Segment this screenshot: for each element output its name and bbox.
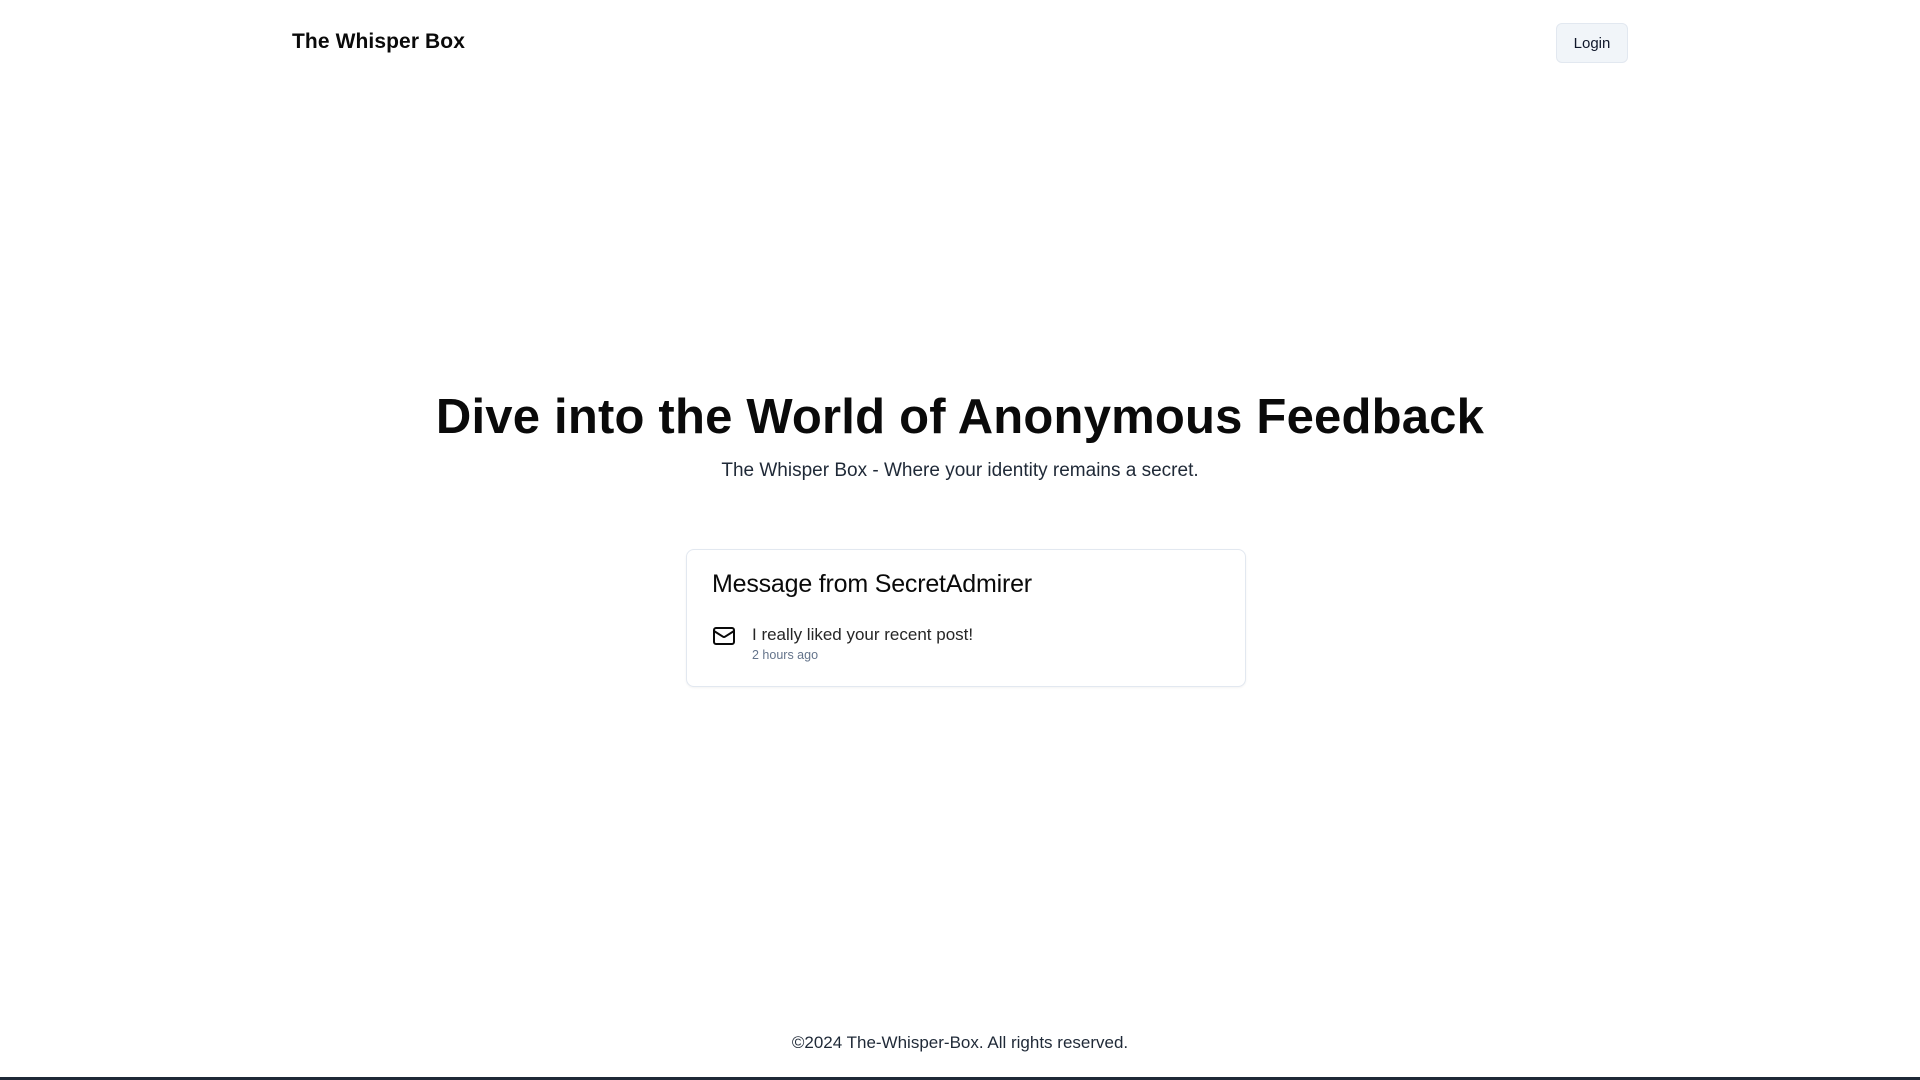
navbar: The Whisper Box Login <box>0 0 1920 88</box>
message-timestamp: 2 hours ago <box>752 648 819 662</box>
login-button[interactable]: Login <box>1556 23 1628 63</box>
page: The Whisper Box Login Dive into the Worl… <box>0 0 1920 1080</box>
hero-section: Dive into the World of Anonymous Feedbac… <box>0 380 1920 484</box>
mail-icon <box>712 624 736 648</box>
hero-subtitle: The Whisper Box - Where your identity re… <box>721 460 1199 481</box>
message-card: Message from SecretAdmirer I really like… <box>686 549 1246 687</box>
footer: ©2024 The-Whisper-Box. All rights reserv… <box>791 1033 1129 1052</box>
brand-logo-link[interactable]: The Whisper Box <box>292 30 465 54</box>
message-content: I really liked your recent post! <box>752 625 974 644</box>
message-card-title: Message from SecretAdmirer <box>712 570 1032 598</box>
hero-title: Dive into the World of Anonymous Feedbac… <box>435 390 1485 444</box>
